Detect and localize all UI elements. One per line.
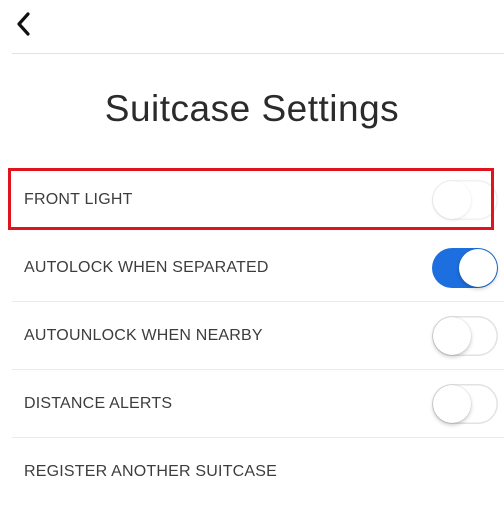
setting-row-distance-alerts[interactable]: DISTANCE ALERTS — [0, 370, 504, 438]
chevron-left-icon — [17, 12, 30, 36]
setting-row-register-suitcase[interactable]: REGISTER ANOTHER SUITCASE — [0, 438, 504, 506]
autolock-toggle[interactable] — [432, 248, 498, 288]
toggle-knob — [433, 317, 471, 355]
toggle-knob — [433, 385, 471, 423]
setting-label: DISTANCE ALERTS — [24, 395, 173, 412]
front-light-toggle[interactable] — [432, 180, 498, 220]
register-another-suitcase-link[interactable]: REGISTER ANOTHER SUITCASE — [24, 463, 277, 481]
setting-label: AUTOUNLOCK WHEN NEARBY — [24, 327, 263, 344]
toggle-knob — [433, 181, 471, 219]
nav-divider — [12, 53, 504, 54]
setting-row-front-light[interactable]: FRONT LIGHT — [0, 166, 504, 234]
settings-list: FRONT LIGHT AUTOLOCK WHEN SEPARATED AUTO… — [0, 166, 504, 506]
setting-label: FRONT LIGHT — [24, 191, 133, 208]
setting-row-autolock[interactable]: AUTOLOCK WHEN SEPARATED — [0, 234, 504, 302]
nav-bar — [0, 0, 504, 54]
setting-row-autounlock[interactable]: AUTOUNLOCK WHEN NEARBY — [0, 302, 504, 370]
page-title: Suitcase Settings — [104, 88, 400, 129]
toggle-knob — [459, 249, 497, 287]
distance-alerts-toggle[interactable] — [432, 384, 498, 424]
back-button[interactable] — [8, 6, 44, 42]
setting-label: AUTOLOCK WHEN SEPARATED — [24, 259, 269, 276]
autounlock-toggle[interactable] — [432, 316, 498, 356]
